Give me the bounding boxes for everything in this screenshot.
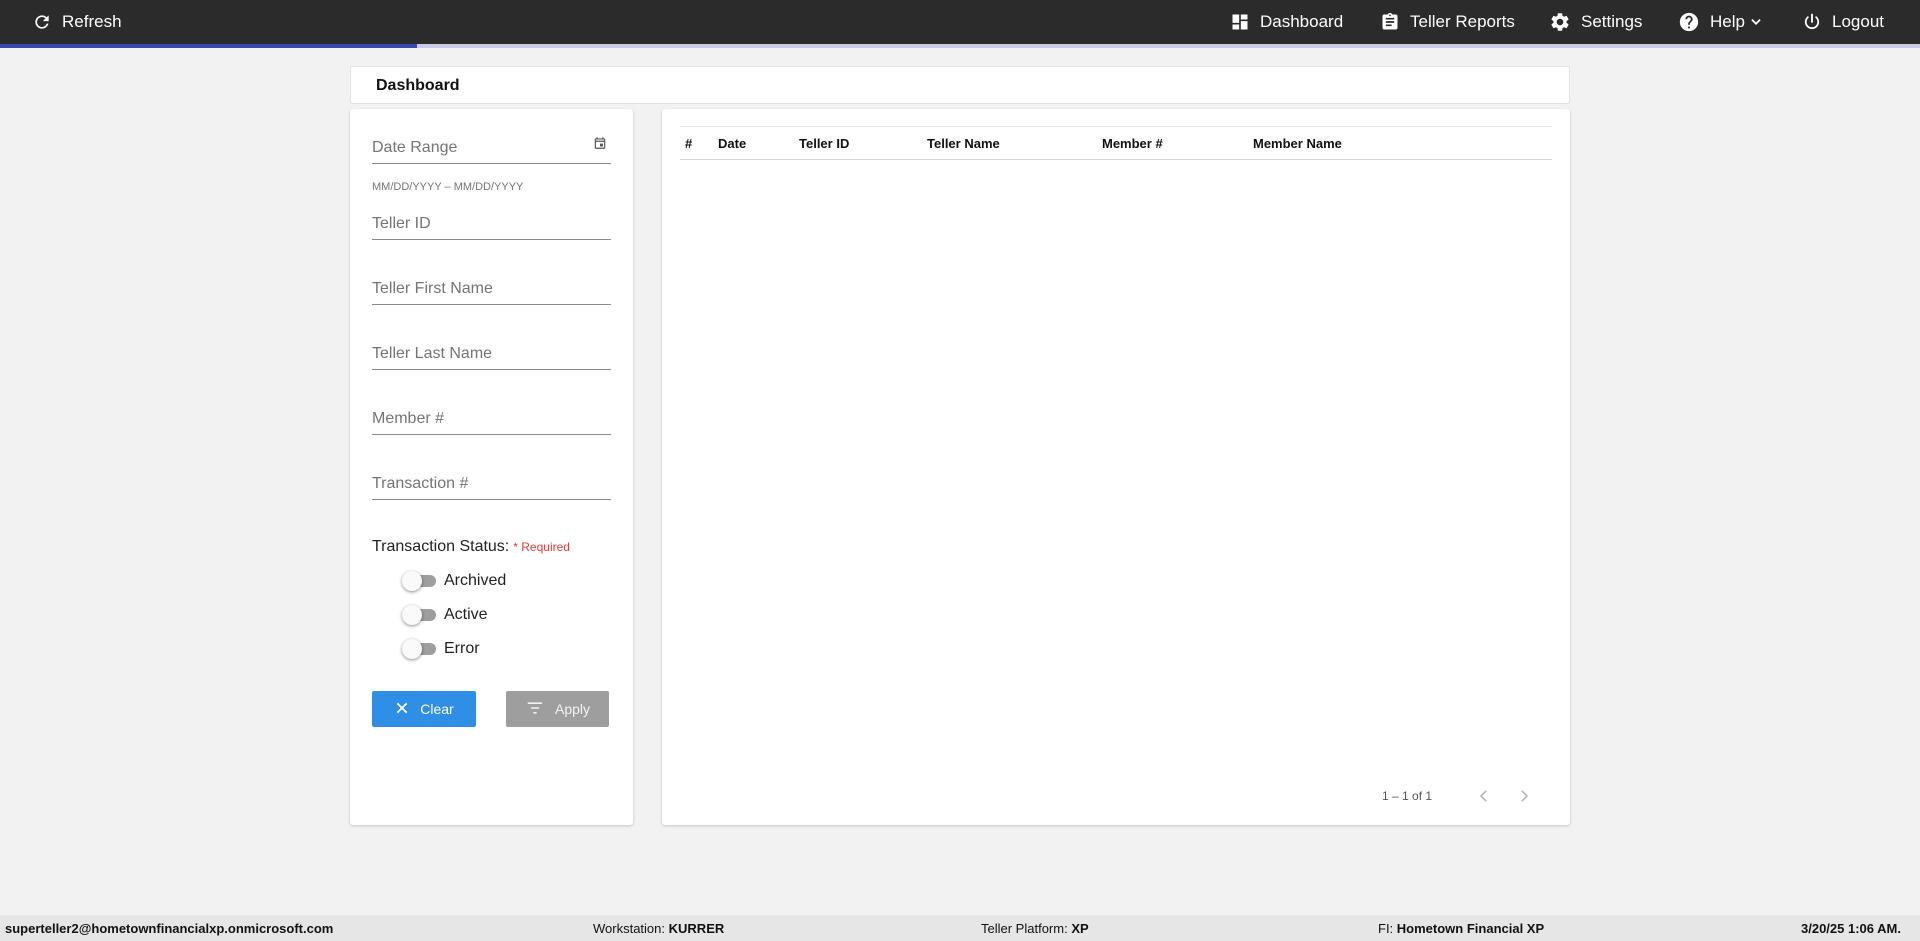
calendar-icon[interactable] xyxy=(593,136,607,155)
fi-label: FI: xyxy=(1378,921,1394,936)
transaction-status-text: Transaction Status: xyxy=(372,538,510,555)
archived-toggle-label: Archived xyxy=(444,572,507,589)
transaction-status-label: Transaction Status: * Required xyxy=(372,538,570,556)
transaction-number-input[interactable]: Transaction # xyxy=(372,470,611,500)
refresh-icon xyxy=(32,12,52,32)
active-toggle[interactable] xyxy=(402,605,436,625)
help-circle-icon xyxy=(1678,11,1700,33)
apply-button[interactable]: Apply xyxy=(506,691,609,727)
nav-dashboard[interactable]: Dashboard xyxy=(1230,0,1343,44)
teller-id-placeholder: Teller ID xyxy=(372,215,431,232)
clipboard-icon xyxy=(1380,12,1400,32)
teller-platform-value: XP xyxy=(1071,921,1089,936)
gear-icon xyxy=(1549,11,1571,33)
nav-logout-label: Logout xyxy=(1832,12,1884,31)
nav-dashboard-label: Dashboard xyxy=(1260,12,1344,31)
filter-icon xyxy=(525,700,545,719)
archived-toggle[interactable] xyxy=(402,571,436,591)
required-note: * Required xyxy=(513,540,570,554)
teller-id-input[interactable]: Teller ID xyxy=(372,210,611,240)
next-page-button[interactable] xyxy=(1515,787,1533,810)
nav-teller-reports[interactable]: Teller Reports xyxy=(1380,0,1515,44)
teller-last-name-input[interactable]: Teller Last Name xyxy=(372,340,611,370)
user-email: superteller2@hometownfinancialxp.onmicro… xyxy=(5,921,334,936)
current-datetime: 3/20/25 1:06 AM. xyxy=(1801,921,1901,936)
pagination-range: 1 – 1 of 1 xyxy=(1382,789,1433,803)
workstation-label: Workstation: xyxy=(593,921,666,936)
teller-first-name-placeholder: Teller First Name xyxy=(372,280,493,297)
loading-progress-bar xyxy=(0,44,1920,48)
toggle-row-error: Error xyxy=(402,639,480,659)
fi-info: FI: Hometown Financial XP xyxy=(1378,921,1544,936)
chevron-left-icon xyxy=(1475,790,1493,809)
nav-help-label: Help xyxy=(1710,12,1745,31)
close-icon xyxy=(394,700,410,719)
dashboard-icon xyxy=(1230,12,1250,32)
table-header: # Date Teller ID Teller Name Member # Me… xyxy=(680,126,1552,160)
refresh-label: Refresh xyxy=(62,12,122,31)
toggle-row-active: Active xyxy=(402,605,488,625)
results-panel: # Date Teller ID Teller Name Member # Me… xyxy=(662,109,1570,825)
status-bar: superteller2@hometownfinancialxp.onmicro… xyxy=(0,915,1920,941)
teller-platform-info: Teller Platform: XP xyxy=(981,921,1089,936)
error-toggle-label: Error xyxy=(444,640,480,657)
date-range-field[interactable]: Date Range xyxy=(372,134,611,164)
date-range-hint: MM/DD/YYYY – MM/DD/YYYY xyxy=(372,181,524,193)
teller-last-name-placeholder: Teller Last Name xyxy=(372,345,493,362)
top-navigation-bar: Refresh Dashboard Teller Reports Setting… xyxy=(0,0,1920,44)
clear-button[interactable]: Clear xyxy=(372,691,476,727)
column-header-number[interactable]: # xyxy=(685,136,692,151)
clear-button-label: Clear xyxy=(420,701,454,717)
previous-page-button[interactable] xyxy=(1475,787,1493,810)
column-header-member-number[interactable]: Member # xyxy=(1102,136,1163,151)
transaction-number-placeholder: Transaction # xyxy=(372,475,469,492)
nav-logout[interactable]: Logout xyxy=(1802,0,1884,44)
power-icon xyxy=(1802,12,1822,32)
workstation-info: Workstation: KURRER xyxy=(593,921,724,936)
column-header-member-name[interactable]: Member Name xyxy=(1253,136,1342,151)
nav-settings-label: Settings xyxy=(1581,12,1643,31)
apply-button-label: Apply xyxy=(554,701,591,717)
chevron-down-icon xyxy=(1749,15,1763,29)
column-header-date[interactable]: Date xyxy=(718,136,746,151)
member-number-placeholder: Member # xyxy=(372,410,445,427)
loading-progress-fill xyxy=(0,44,417,48)
nav-help[interactable]: Help xyxy=(1678,0,1763,44)
column-header-teller-name[interactable]: Teller Name xyxy=(927,136,1000,151)
teller-platform-label: Teller Platform: xyxy=(981,921,1068,936)
nav-teller-reports-label: Teller Reports xyxy=(1410,12,1515,31)
page-title: Dashboard xyxy=(376,77,460,94)
nav-settings[interactable]: Settings xyxy=(1549,0,1642,44)
refresh-button[interactable]: Refresh xyxy=(32,0,122,44)
member-number-input[interactable]: Member # xyxy=(372,405,611,435)
toggle-row-archived: Archived xyxy=(402,571,506,591)
date-range-placeholder: Date Range xyxy=(372,139,458,156)
filter-panel: Date Range MM/DD/YYYY – MM/DD/YYYY Telle… xyxy=(350,109,633,825)
workstation-value: KURRER xyxy=(668,921,725,936)
chevron-right-icon xyxy=(1515,790,1533,809)
teller-first-name-input[interactable]: Teller First Name xyxy=(372,275,611,305)
active-toggle-label: Active xyxy=(444,606,488,623)
page-header: Dashboard xyxy=(350,66,1570,104)
fi-value: Hometown Financial XP xyxy=(1396,921,1545,936)
column-header-teller-id[interactable]: Teller ID xyxy=(799,136,849,151)
error-toggle[interactable] xyxy=(402,639,436,659)
